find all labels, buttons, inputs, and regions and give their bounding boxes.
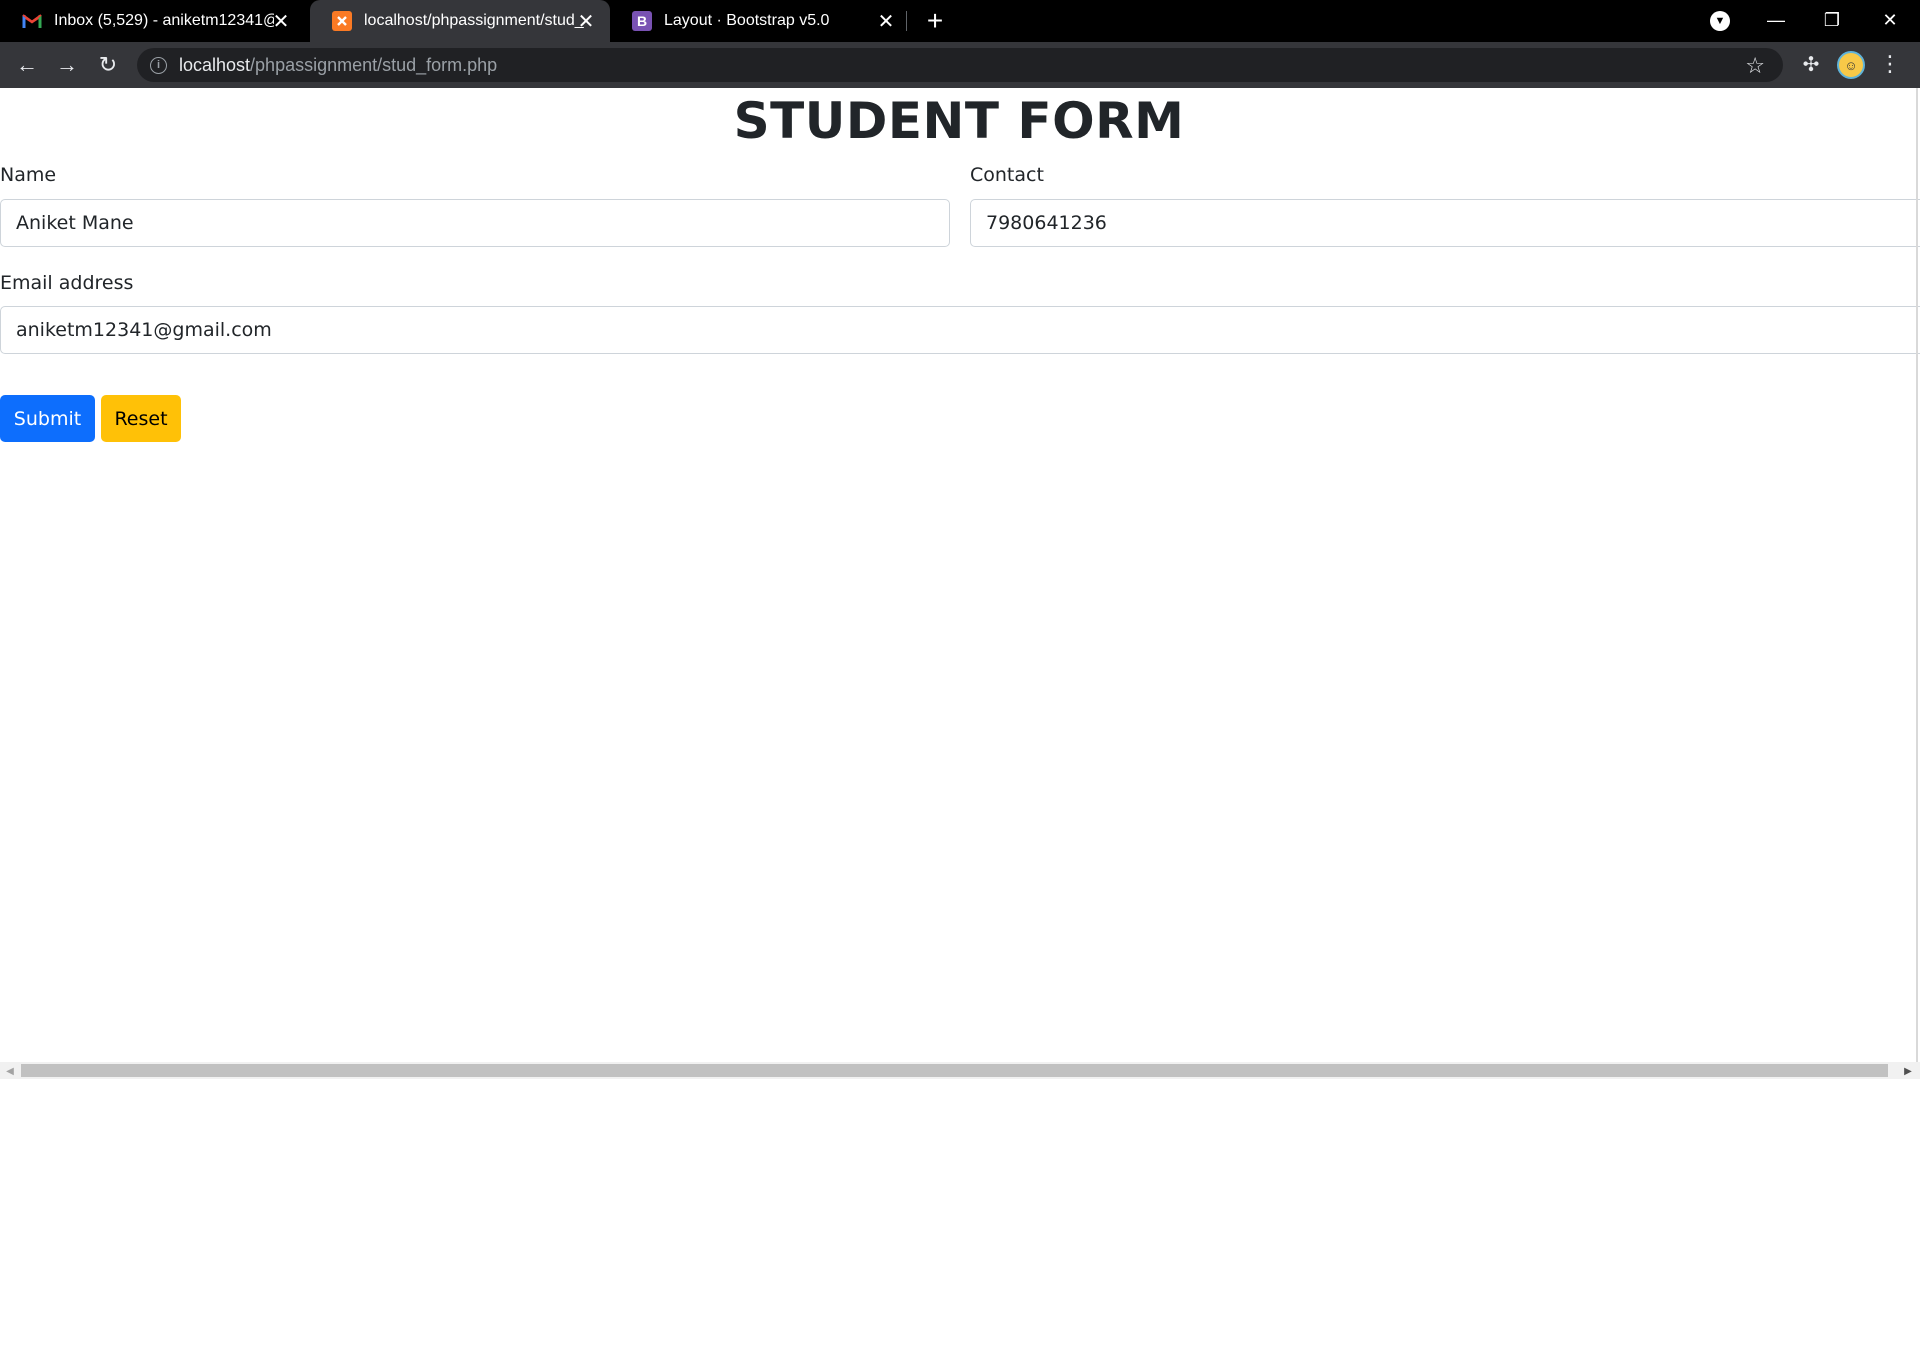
url-text[interactable]: localhost/phpassignment/stud_form.php	[179, 55, 497, 76]
kebab-menu-icon[interactable]: ⋮	[1879, 51, 1901, 76]
page-content: STUDENT FORM Name Aniket Mane Contact 79…	[0, 88, 1920, 1062]
tab-student-form[interactable]: localhost/phpassignment/stud_form.php ✕	[310, 0, 610, 42]
minimize-icon[interactable]: —	[1748, 0, 1804, 40]
submit-button[interactable]: Submit	[0, 395, 95, 442]
profile-avatar[interactable]: ☺	[1837, 51, 1865, 79]
address-bar[interactable]: i localhost/phpassignment/stud_form.php …	[137, 48, 1783, 82]
name-label: Name	[0, 164, 57, 186]
email-label: Email address	[0, 272, 134, 294]
blank-area	[0, 1079, 1920, 1364]
extensions-puzzle-icon[interactable]: ✣	[1799, 52, 1823, 76]
site-info-icon[interactable]: i	[150, 56, 167, 74]
scroll-right-arrow-icon[interactable]: ▶	[1902, 1065, 1914, 1077]
close-tab-icon[interactable]: ✕	[271, 11, 291, 33]
viewport-edge	[1916, 88, 1918, 1062]
tab-title: localhost/phpassignment/stud_form.php	[364, 12, 584, 29]
restore-icon[interactable]: ❐	[1804, 0, 1860, 40]
url-host: localhost	[179, 54, 251, 75]
browser-window: Inbox (5,529) - aniketm12341@gmail.com ✕…	[0, 0, 1920, 1364]
gmail-icon	[22, 11, 42, 31]
tab-gmail-inbox[interactable]: Inbox (5,529) - aniketm12341@gmail.com ✕	[0, 0, 305, 42]
reset-button[interactable]: Reset	[101, 395, 181, 442]
reload-icon[interactable]: ↻	[94, 51, 122, 79]
bootstrap-icon: B	[632, 11, 652, 31]
tab-title: Inbox (5,529) - aniketm12341@gmail.com	[54, 12, 274, 29]
page-title: STUDENT FORM	[733, 92, 1185, 150]
contact-input[interactable]: 7980641236	[970, 199, 1920, 247]
tab-strip: Inbox (5,529) - aniketm12341@gmail.com ✕…	[0, 0, 1920, 42]
scrollbar-thumb[interactable]	[21, 1064, 1888, 1077]
close-tab-icon[interactable]: ✕	[576, 11, 596, 33]
tab-separator	[906, 11, 907, 31]
close-tab-icon[interactable]: ✕	[876, 11, 896, 33]
bookmark-star-icon[interactable]: ☆	[1745, 53, 1765, 79]
scroll-left-arrow-icon[interactable]: ◀	[4, 1065, 16, 1077]
browser-toolbar: ← → ↻ i localhost/phpassignment/stud_for…	[0, 42, 1920, 88]
tab-title: Layout · Bootstrap v5.0	[664, 12, 830, 29]
xampp-icon	[332, 11, 352, 31]
forward-arrow-icon[interactable]: →	[53, 51, 81, 79]
tab-search-icon[interactable]: ▼	[1710, 11, 1730, 31]
tab-bootstrap-layout[interactable]: B Layout · Bootstrap v5.0 ✕	[610, 0, 910, 42]
close-window-icon[interactable]: ✕	[1862, 0, 1918, 40]
horizontal-scrollbar[interactable]: ◀ ▶	[0, 1062, 1920, 1079]
new-tab-icon[interactable]: +	[922, 5, 948, 36]
url-path: /phpassignment/stud_form.php	[250, 54, 498, 75]
back-arrow-icon[interactable]: ←	[13, 51, 41, 79]
email-input[interactable]: aniketm12341@gmail.com	[0, 306, 1920, 354]
contact-label: Contact	[970, 164, 1044, 186]
name-input[interactable]: Aniket Mane	[0, 199, 950, 247]
